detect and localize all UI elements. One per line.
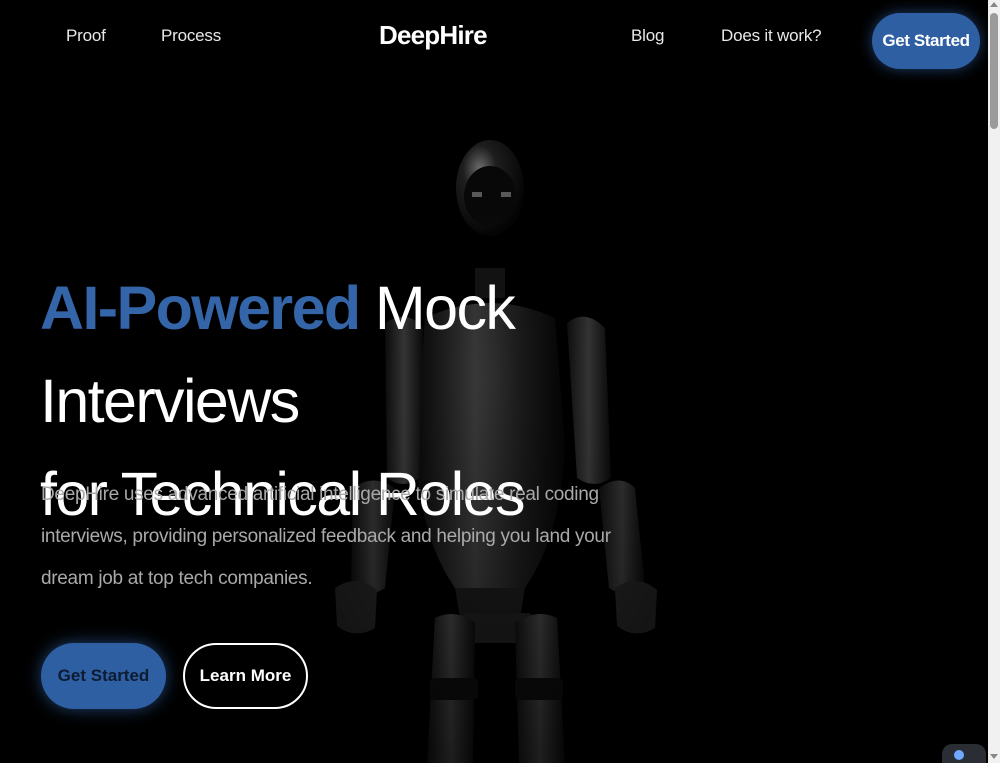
nav-get-started-button[interactable]: Get Started xyxy=(872,13,980,69)
page-scrollbar[interactable] xyxy=(988,0,1000,763)
scroll-down-arrow-icon[interactable] xyxy=(990,754,998,759)
landing-page: Proof Process DeepHire Blog Does it work… xyxy=(0,0,988,763)
hero-description: DeepHire uses advanced artificial intell… xyxy=(41,484,611,589)
logo[interactable]: DeepHire xyxy=(379,20,488,51)
learn-more-button[interactable]: Learn More xyxy=(183,643,308,709)
hero-title-accent: AI-Powered xyxy=(40,274,361,342)
hero-get-started-button[interactable]: Get Started xyxy=(41,643,166,709)
corner-widget[interactable] xyxy=(942,744,986,763)
nav-link-blog[interactable]: Blog xyxy=(631,26,664,46)
scrollbar-thumb[interactable] xyxy=(990,13,998,129)
nav-link-proof[interactable]: Proof xyxy=(66,26,106,46)
nav-link-process[interactable]: Process xyxy=(161,26,221,46)
widget-icon xyxy=(954,750,964,760)
scroll-up-arrow-icon[interactable] xyxy=(990,2,998,7)
nav-link-does-it-work[interactable]: Does it work? xyxy=(721,26,822,46)
